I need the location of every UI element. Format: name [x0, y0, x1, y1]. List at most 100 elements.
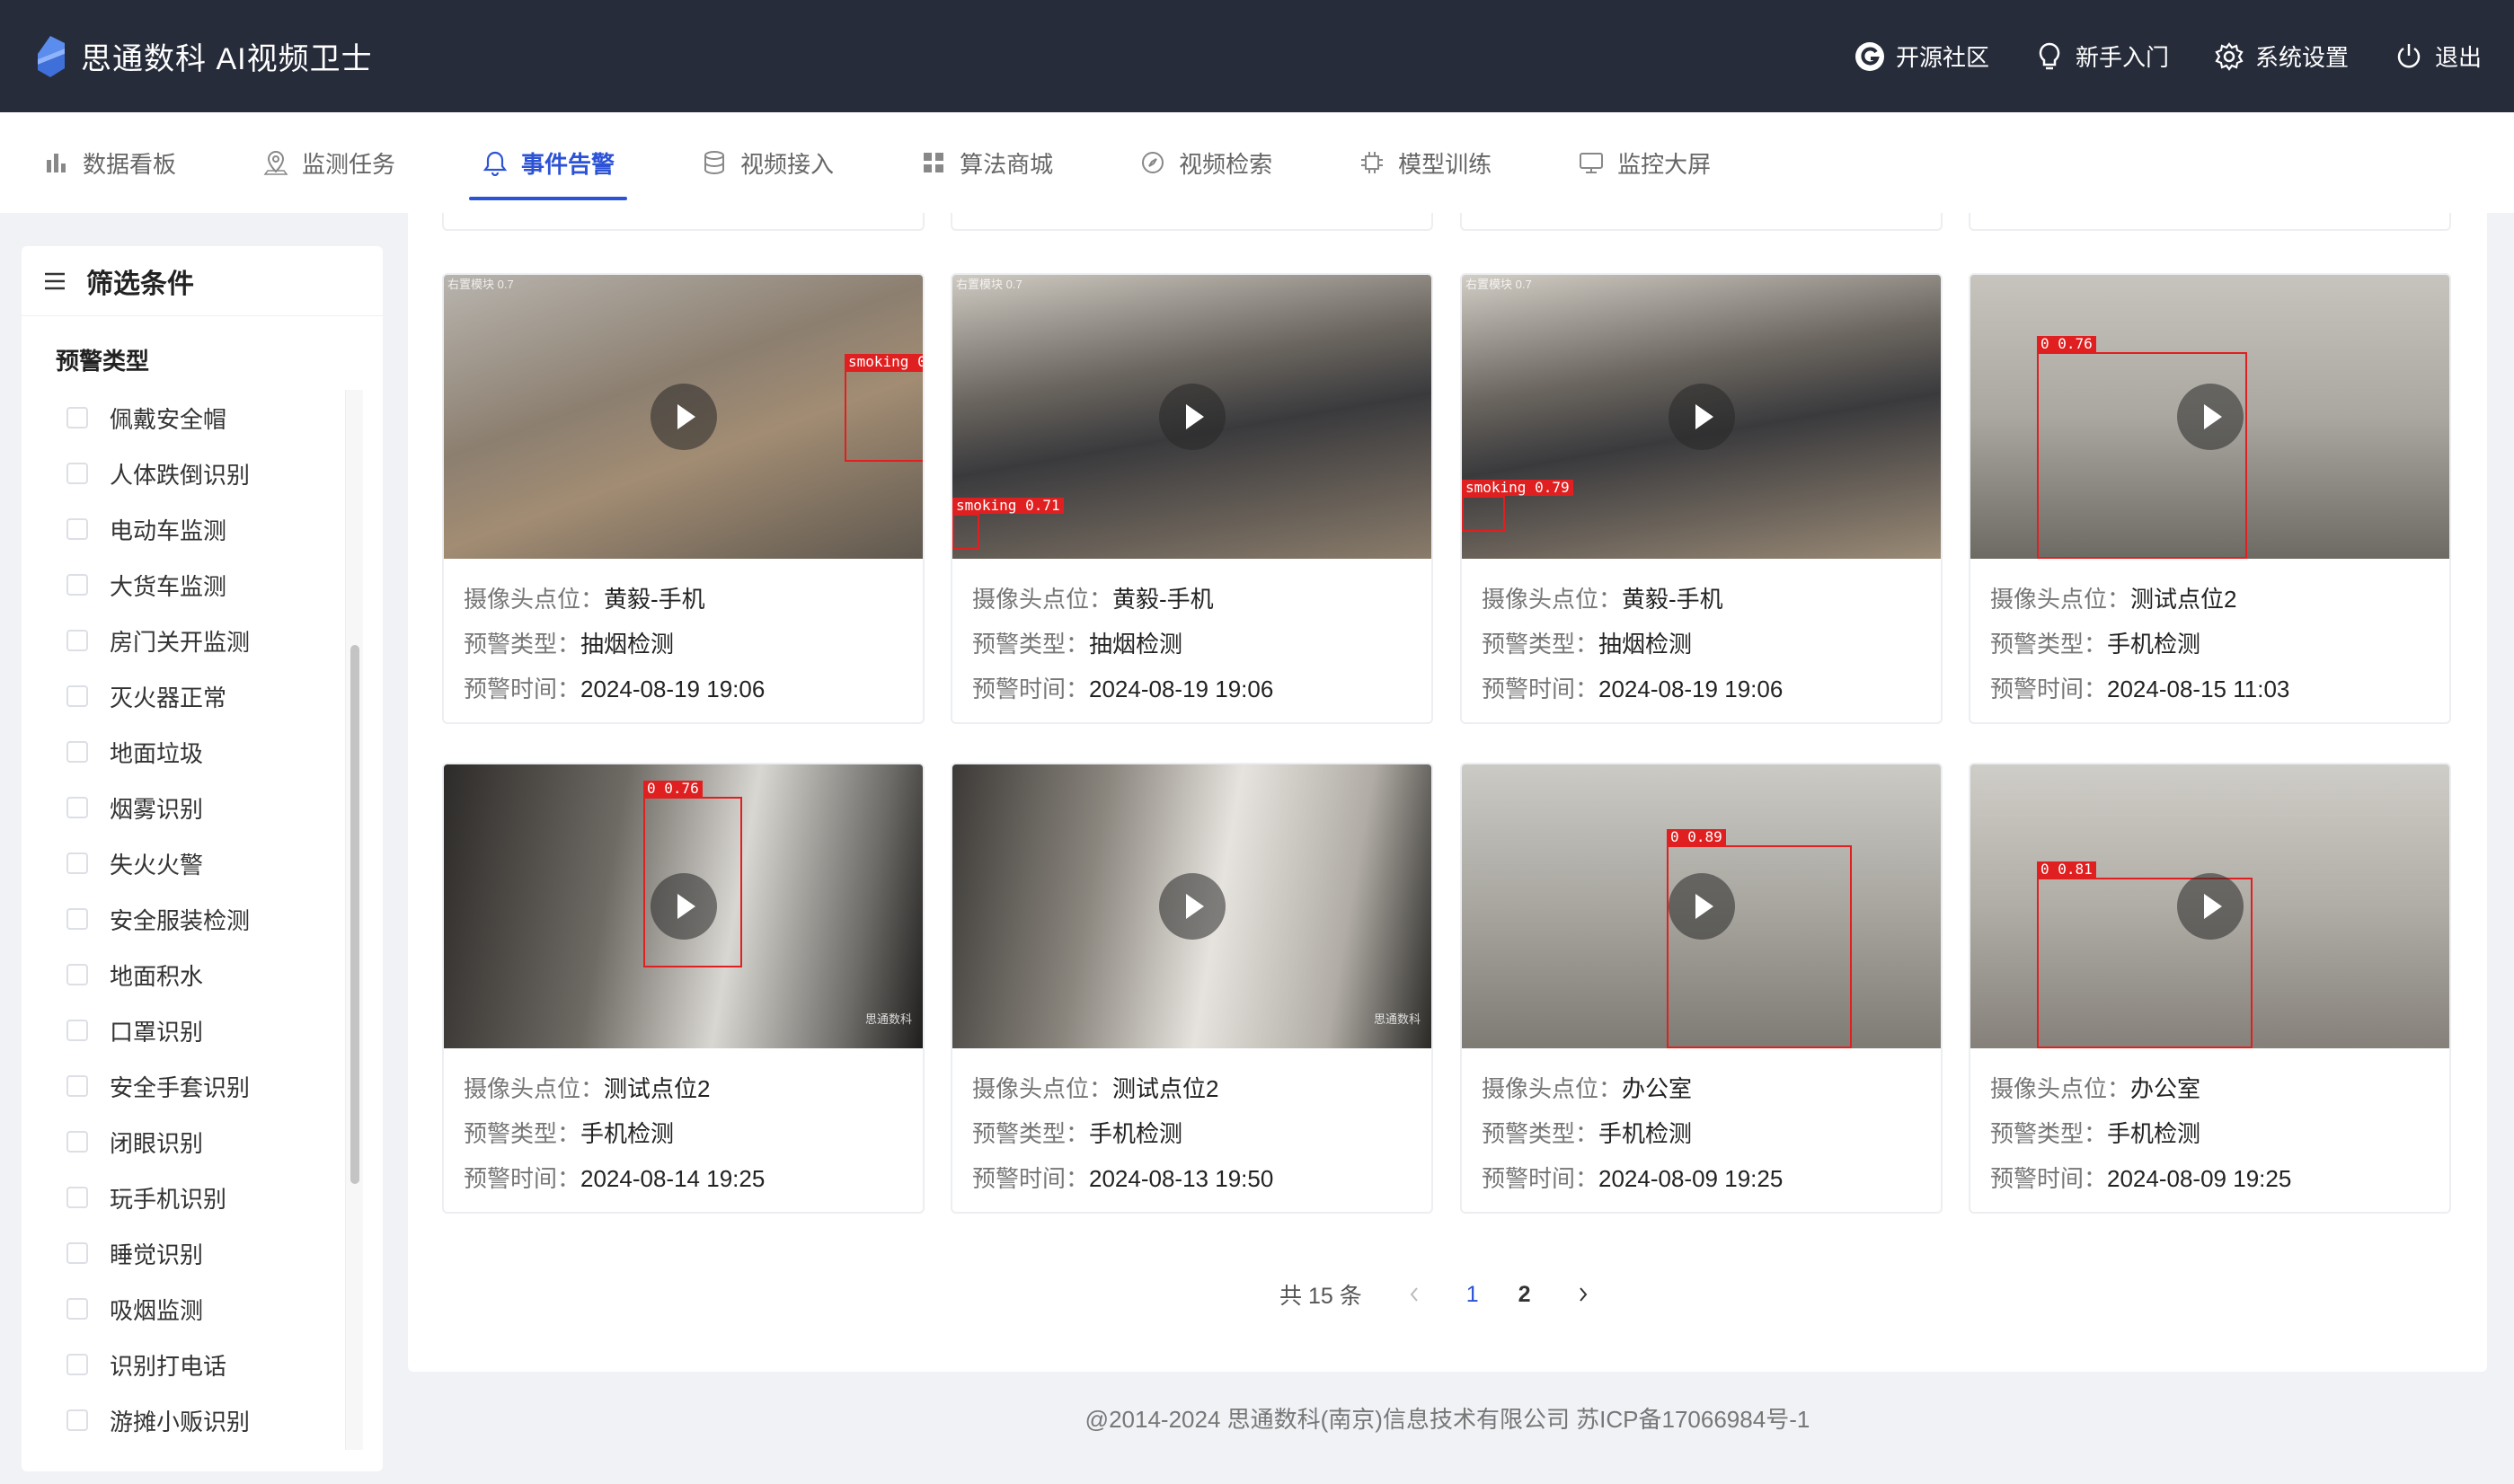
alert-type-option[interactable]: 电动车监测 — [22, 501, 345, 557]
brand[interactable]: 思通数科 AI视频卫士 — [34, 34, 373, 79]
camera-location-key: 摄像头点位： — [464, 1075, 605, 1102]
alert-snapshot[interactable]: 右置模块 0.7 smoking 0.71 — [952, 275, 1431, 559]
alert-time-key: 预警时间： — [464, 676, 581, 702]
checkbox[interactable] — [66, 908, 88, 930]
snapshot-watermark: 右置模块 0.7 — [447, 278, 514, 291]
prev-page-button[interactable] — [1402, 1282, 1427, 1307]
alert-snapshot[interactable]: 0 0.89 — [1462, 764, 1941, 1048]
alert-type-option[interactable]: 佩戴安全帽 — [22, 390, 345, 446]
play-icon[interactable] — [1158, 873, 1226, 940]
play-icon[interactable] — [2176, 873, 2244, 940]
play-icon[interactable] — [1668, 873, 1735, 940]
checkbox[interactable] — [66, 463, 88, 484]
alert-snapshot[interactable]: 思通数科 — [952, 764, 1431, 1048]
tab-model-training[interactable]: 模型训练 — [1346, 112, 1504, 213]
alert-type-list: 佩戴安全帽 人体跌倒识别 电动车监测 大货车监测房门关开监测灭火器正常 地面垃圾 烟雾识别… — [22, 390, 345, 1450]
checkbox[interactable] — [66, 1187, 88, 1208]
checkbox[interactable] — [66, 685, 88, 707]
alert-type-option[interactable]: 房门关开监测 — [22, 613, 345, 668]
alert-type-option[interactable]: 睡觉识别 — [22, 1225, 345, 1281]
alert-card[interactable]: 思通数科 摄像头点位：测试点位2 预警类型：手机检测 预警时间：2024-08-13 … — [951, 763, 1433, 1214]
opensource-logo-icon — [1855, 41, 1884, 71]
play-icon[interactable] — [1158, 384, 1226, 450]
checkbox[interactable] — [66, 1020, 88, 1041]
alert-card[interactable]: 右置模块 0.7 smoking 0.79 摄像头点位：黄毅-手机 预警类型：抽烟检测… — [1460, 273, 1943, 724]
play-icon[interactable] — [650, 384, 717, 450]
checkbox[interactable] — [66, 1131, 88, 1153]
alert-type-option[interactable]: 灭火器正常 — [22, 668, 345, 724]
page-1-button[interactable]: 1 — [1466, 1282, 1479, 1308]
alert-card[interactable]: 0 0.81 摄像头点位：办公室 预警类型：手机检测 预警时间：2024-08-09 … — [1969, 763, 2451, 1214]
alert-time-row: 预警时间：2024-08-19 19:06 — [1482, 667, 1941, 711]
alert-card[interactable]: 0 0.89 摄像头点位：办公室 预警类型：手机检测 预警时间：2024-08-09 … — [1460, 763, 1943, 1214]
alert-type-option[interactable]: 烟雾识别 — [22, 780, 345, 835]
checkbox[interactable] — [66, 630, 88, 651]
alert-type-option[interactable]: 吸烟监测 — [22, 1281, 345, 1337]
checkbox[interactable] — [66, 518, 88, 540]
alert-info: 摄像头点位：办公室 预警类型：手机检测 预警时间：2024-08-09 19:25 — [1970, 1048, 2449, 1201]
alert-type-label: 房门关开监测 — [110, 628, 251, 656]
logout-button[interactable]: 退出 — [2394, 40, 2482, 73]
alert-type-key: 预警类型： — [464, 631, 581, 658]
alert-type-option[interactable]: 口罩识别 — [22, 1003, 345, 1058]
alert-type-option[interactable]: 失火火警 — [22, 835, 345, 891]
alert-type-option[interactable]: 玩手机识别 — [22, 1170, 345, 1225]
alert-card[interactable]: 右置模块 0.7 smoking 0.71 摄像头点位：黄毅-手机 预警类型：抽烟检测… — [951, 273, 1433, 724]
checkbox[interactable] — [66, 1354, 88, 1375]
checkbox[interactable] — [66, 407, 88, 428]
tab-monitor-screen[interactable]: 监控大屏 — [1565, 112, 1723, 213]
sidebar-scrollbar[interactable] — [345, 390, 363, 1450]
play-icon[interactable] — [1668, 384, 1735, 450]
alert-type-option[interactable]: 闭眼识别 — [22, 1114, 345, 1170]
alert-snapshot[interactable]: 思通数科 0 0.76 — [444, 764, 923, 1048]
alert-type-row: 预警类型：抽烟检测 — [1482, 622, 1941, 667]
checkbox[interactable] — [66, 1298, 88, 1320]
play-icon[interactable] — [650, 873, 717, 940]
alert-type-option[interactable]: 安全服装检测 — [22, 891, 345, 947]
tab-dashboard[interactable]: 数据看板 — [31, 112, 189, 213]
alert-type-option[interactable]: 大货车监测 — [22, 557, 345, 613]
checkbox[interactable] — [66, 1242, 88, 1264]
alert-snapshot[interactable]: 0 0.81 — [1970, 764, 2449, 1048]
alert-time-key: 预警时间： — [972, 676, 1090, 702]
camera-location-key: 摄像头点位： — [1990, 1075, 2131, 1102]
alert-type-option[interactable]: 识别打电话 — [22, 1337, 345, 1392]
alert-type-value: 抽烟检测 — [580, 631, 675, 658]
system-settings-label: 系统设置 — [2254, 44, 2349, 71]
tab-monitor-tasks[interactable]: 监测任务 — [250, 112, 408, 213]
tab-video-access[interactable]: 视频接入 — [688, 112, 846, 213]
alert-type-option[interactable]: 人体跌倒识别 — [22, 446, 345, 501]
play-icon[interactable] — [2176, 384, 2244, 450]
alert-snapshot[interactable]: 右置模块 0.7 smoking 0.79 — [1462, 275, 1941, 559]
checkbox[interactable] — [66, 1075, 88, 1097]
gear-icon — [2215, 41, 2244, 71]
opensource-community-link[interactable]: 开源社区 — [1855, 40, 1989, 73]
snapshot-watermark: 思通数科 — [1373, 1012, 1421, 1026]
getting-started-link[interactable]: 新手入门 — [2034, 40, 2169, 73]
alert-card[interactable]: 思通数科 0 0.76 摄像头点位：测试点位2 预警类型：手机检测 预警时间：2024-… — [442, 763, 925, 1214]
checkbox[interactable] — [66, 964, 88, 985]
alert-type-value: 手机检测 — [2107, 1120, 2201, 1147]
alert-type-option[interactable]: 游摊小贩识别 — [22, 1392, 345, 1448]
alert-type-option[interactable]: 地面积水 — [22, 947, 345, 1003]
page-2-button[interactable]: 2 — [1518, 1282, 1531, 1308]
checkbox[interactable] — [66, 797, 88, 818]
sidebar-scroll-thumb[interactable] — [350, 645, 359, 1184]
alert-type-key: 预警类型： — [972, 1120, 1090, 1147]
opensource-community-label: 开源社区 — [1895, 44, 1989, 71]
alert-card[interactable]: 右置模块 0.7 smoking 0 摄像头点位：黄毅-手机 预警类型：抽烟检测 预警时… — [442, 273, 925, 724]
checkbox[interactable] — [66, 852, 88, 874]
tab-video-search[interactable]: 视频检索 — [1127, 112, 1285, 213]
next-page-button[interactable] — [1571, 1282, 1596, 1307]
checkbox[interactable] — [66, 574, 88, 596]
checkbox[interactable] — [66, 741, 88, 763]
tab-algorithm-store[interactable]: 算法商城 — [907, 112, 1066, 213]
checkbox[interactable] — [66, 1409, 88, 1431]
system-settings-link[interactable]: 系统设置 — [2214, 40, 2349, 73]
alert-type-option[interactable]: 安全手套识别 — [22, 1058, 345, 1114]
alert-type-option[interactable]: 地面垃圾 — [22, 724, 345, 780]
alert-snapshot[interactable]: 右置模块 0.7 smoking 0 — [444, 275, 923, 559]
tab-event-alerts[interactable]: 事件告警 — [469, 112, 628, 213]
alert-snapshot[interactable]: 0 0.76 — [1970, 275, 2449, 559]
alert-card[interactable]: 0 0.76 摄像头点位：测试点位2 预警类型：手机检测 预警时间：2024-08-1… — [1969, 273, 2451, 724]
